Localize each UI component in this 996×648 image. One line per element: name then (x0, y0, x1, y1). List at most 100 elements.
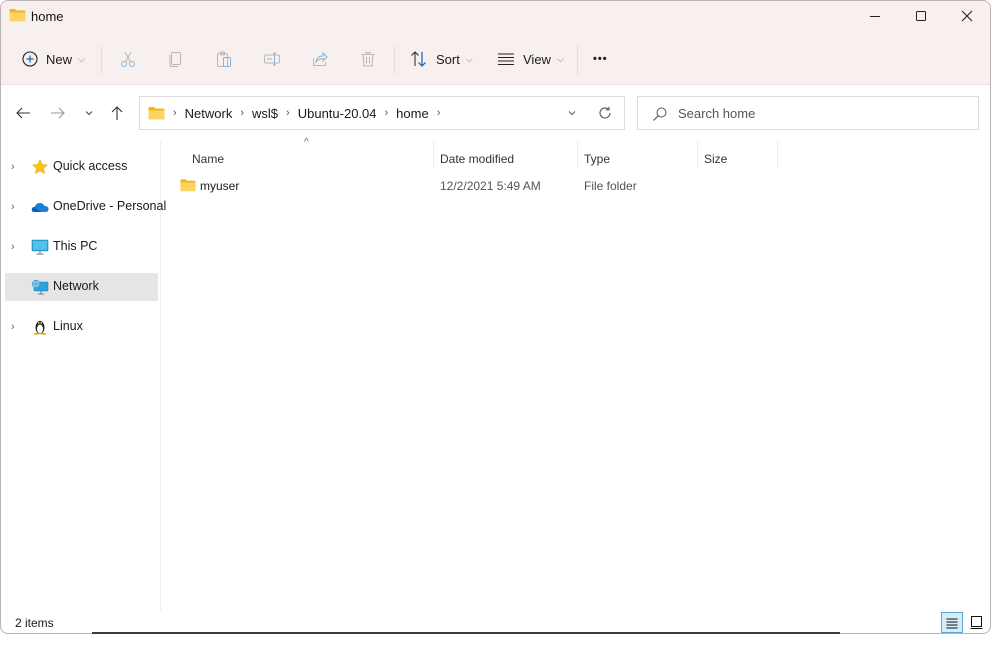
new-label: New (46, 51, 73, 67)
rename-button[interactable] (262, 49, 282, 69)
linux-penguin-icon (34, 321, 46, 335)
rename-icon (264, 52, 280, 66)
file-explorer-window: home New ⌵ Sort ⌵ View ⌵ ••• › Network ›… (0, 0, 991, 634)
chevron-right-icon[interactable]: › (437, 107, 441, 119)
refresh-button[interactable] (596, 104, 614, 122)
column-divider[interactable] (577, 141, 578, 167)
chevron-right-icon[interactable]: › (11, 321, 21, 333)
share-button[interactable] (310, 49, 330, 69)
item-count: 2 items (15, 616, 54, 630)
sidebar-item-label: Quick access (53, 159, 128, 173)
column-header-size[interactable]: Size (704, 146, 727, 172)
title-bar: home (1, 1, 990, 33)
file-name: myuser (200, 179, 240, 193)
address-history-button[interactable] (564, 105, 580, 121)
more-options-button[interactable]: ••• (587, 41, 614, 77)
breadcrumb-ubuntu[interactable]: Ubuntu-20.04 (298, 106, 377, 121)
file-date-modified: 12/2/2021 5:49 AM (440, 179, 541, 193)
minimize-button[interactable] (852, 1, 898, 31)
chevron-right-icon[interactable]: › (240, 107, 244, 119)
folder-icon (180, 179, 196, 192)
chevron-right-icon[interactable]: › (11, 241, 21, 253)
column-label: Size (704, 152, 728, 166)
paste-button[interactable] (214, 49, 234, 69)
column-label: Name (192, 152, 225, 166)
sidebar-item-network[interactable]: Network (5, 273, 158, 301)
breadcrumb-wsl[interactable]: wsl$ (252, 106, 278, 121)
chevron-right-icon[interactable]: › (173, 107, 177, 119)
cloud-icon (31, 203, 49, 212)
view-list-icon (498, 53, 514, 65)
command-bar: New ⌵ Sort ⌵ View ⌵ ••• (1, 41, 990, 79)
file-list: Name ^ Date modified Type Size myuser 12… (162, 137, 990, 611)
sort-label: Sort (436, 51, 460, 67)
recent-locations-button[interactable] (77, 101, 101, 125)
cut-icon (121, 51, 135, 67)
copy-icon (169, 52, 181, 67)
monitor-icon (31, 239, 49, 255)
share-icon (313, 51, 328, 66)
back-button[interactable] (11, 101, 35, 125)
chevron-right-icon[interactable]: › (286, 107, 290, 119)
sort-button[interactable]: Sort ⌵ (404, 41, 479, 77)
tiles-view-icon (970, 616, 982, 629)
column-label: Date modified (440, 152, 515, 166)
star-icon (31, 159, 49, 175)
copy-button[interactable] (166, 49, 186, 69)
status-bar: 2 items (1, 611, 990, 633)
refresh-icon (599, 106, 611, 119)
sidebar-item-label: Linux (53, 319, 83, 333)
chevron-down-icon: ⌵ (78, 53, 85, 64)
more-icon: ••• (593, 53, 608, 65)
toolbar-divider (394, 46, 395, 74)
view-button[interactable]: View ⌵ (491, 41, 570, 77)
chevron-right-icon[interactable]: › (11, 201, 21, 213)
delete-button[interactable] (358, 49, 378, 69)
column-divider[interactable] (697, 141, 698, 167)
chevron-down-icon: ⌵ (556, 53, 564, 64)
sidebar-item-this-pc[interactable]: › This PC (5, 233, 158, 261)
close-icon (961, 10, 973, 22)
sidebar-item-onedrive[interactable]: › OneDrive - Personal (5, 193, 166, 221)
arrow-up-icon (111, 106, 123, 120)
forward-button[interactable] (46, 101, 70, 125)
navigation-bar: › Network › wsl$ › Ubuntu-20.04 › home › (1, 95, 990, 131)
chevron-right-icon[interactable]: › (385, 107, 389, 119)
taskbar-edge (92, 632, 840, 634)
details-view-button[interactable] (941, 612, 963, 633)
column-header-name[interactable]: Name (192, 146, 224, 172)
new-button[interactable]: New ⌵ (16, 41, 91, 77)
tiles-view-button[interactable] (966, 612, 986, 633)
column-divider[interactable] (777, 141, 778, 167)
address-bar[interactable]: › Network › wsl$ › Ubuntu-20.04 › home › (139, 96, 625, 130)
chevron-down-icon (85, 111, 93, 116)
delete-icon (361, 52, 375, 67)
file-type: File folder (584, 179, 637, 193)
maximize-button[interactable] (898, 1, 944, 31)
up-button[interactable] (105, 101, 129, 125)
toolbar-divider (577, 46, 578, 74)
column-divider[interactable] (433, 141, 434, 167)
column-label: Type (584, 152, 611, 166)
cut-button[interactable] (118, 49, 138, 69)
header: home New ⌵ Sort ⌵ View ⌵ ••• (1, 1, 990, 85)
details-view-icon (946, 618, 958, 628)
breadcrumb-network[interactable]: Network (185, 106, 233, 121)
folder-icon (148, 107, 165, 120)
toolbar-divider (101, 46, 102, 74)
file-row[interactable]: myuser 12/2/2021 5:49 AM File folder (176, 175, 796, 197)
breadcrumb-home[interactable]: home (396, 106, 429, 121)
breadcrumb: › Network › wsl$ › Ubuntu-20.04 › home › (148, 97, 448, 129)
search-input[interactable] (678, 97, 968, 129)
search-box[interactable] (637, 96, 979, 130)
close-button[interactable] (944, 1, 990, 31)
column-header-type[interactable]: Type (584, 146, 610, 172)
column-header-date-modified[interactable]: Date modified (440, 146, 514, 172)
sidebar-item-quick-access[interactable]: › Quick access (5, 153, 158, 181)
navigation-pane: › Quick access › OneDrive - Personal › T… (1, 141, 166, 611)
chevron-down-icon: ⌵ (465, 53, 473, 64)
arrow-left-icon (16, 107, 30, 119)
chevron-right-icon[interactable]: › (11, 161, 21, 173)
sidebar-item-linux[interactable]: › Linux (5, 313, 158, 341)
sort-icon (411, 51, 426, 67)
